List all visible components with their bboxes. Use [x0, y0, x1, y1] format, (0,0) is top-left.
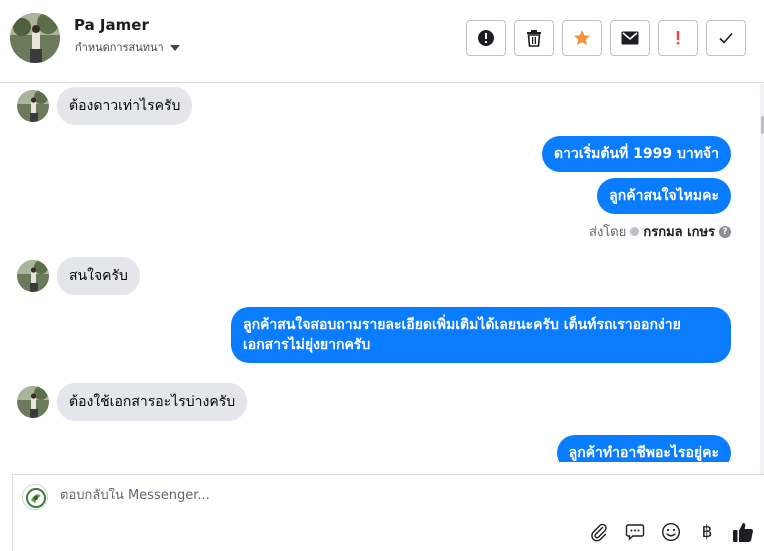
message-row-incoming: ต้องใช้เอกสารอะไรบ่างครับ — [17, 383, 248, 421]
message-bubble-incoming: ต้องดาวเท่าไรครับ — [57, 87, 193, 125]
message-thread: ต้องดาวเท่าไรครับ ดาวเริ่มต้นที่ 1999 บา… — [0, 84, 764, 462]
reply-input[interactable] — [60, 488, 660, 503]
thread-scrollbar[interactable] — [760, 84, 764, 474]
thumbs-up-icon — [733, 523, 753, 542]
delete-button[interactable] — [514, 20, 554, 56]
like-button[interactable] — [732, 521, 754, 543]
mark-unread-button[interactable] — [610, 20, 650, 56]
page-avatar — [22, 484, 48, 510]
contact-avatar[interactable] — [10, 13, 60, 63]
attach-button[interactable] — [588, 521, 610, 543]
trash-icon — [527, 30, 541, 47]
speech-bubble-icon — [625, 524, 645, 541]
message-bubble-outgoing: ดาวเริ่มต้นที่ 1999 บาทจ้า — [542, 136, 731, 172]
mark-done-button[interactable] — [706, 20, 746, 56]
message-row-incoming: สนใจครับ — [17, 257, 140, 295]
paperclip-icon — [591, 523, 607, 542]
message-composer: ฿ — [12, 474, 764, 551]
message-row-incoming: ต้องดาวเท่าไรครับ — [17, 87, 193, 125]
mark-spam-button[interactable] — [466, 20, 506, 56]
conversation-header: Pa Jamer กำหนดการสนทนา — [0, 0, 764, 83]
payment-button[interactable]: ฿ — [696, 521, 718, 543]
help-icon[interactable]: ? — [719, 225, 731, 238]
saved-replies-button[interactable] — [624, 521, 646, 543]
composer-tools: ฿ — [588, 521, 754, 543]
exclamation-icon — [676, 31, 680, 45]
envelope-icon — [621, 31, 639, 45]
sent-by-info: ส่งโดย กรกมล เกษร ? — [589, 221, 731, 242]
sent-by-label: ส่งโดย — [589, 225, 627, 240]
message-bubble-outgoing: ลูกค้าทำอาชีพอะไรอยู่คะ — [556, 435, 731, 462]
check-icon — [719, 32, 733, 44]
assign-conversation-dropdown[interactable]: กำหนดการสนทนา — [75, 38, 180, 56]
message-bubble-outgoing: ลูกค้าสนใจสอบถามรายละเอียดเพิ่มเติมได้เล… — [231, 307, 731, 363]
contact-name: Pa Jamer — [74, 16, 149, 34]
star-icon — [574, 30, 590, 46]
message-bubble-incoming: ต้องใช้เอกสารอะไรบ่างครับ — [57, 383, 248, 421]
emoji-button[interactable] — [660, 521, 682, 543]
message-bubble-incoming: สนใจครับ — [57, 257, 140, 295]
sender-avatar — [17, 260, 49, 292]
conversation-actions — [466, 20, 746, 56]
follow-up-button[interactable] — [658, 20, 698, 56]
assign-label: กำหนดการสนทนา — [75, 41, 164, 54]
sender-avatar — [17, 90, 49, 122]
star-button[interactable] — [562, 20, 602, 56]
message-bubble-outgoing: ลูกค้าสนใจไหมคะ — [597, 178, 731, 214]
alert-circle-icon — [478, 30, 494, 46]
sender-avatar — [17, 386, 49, 418]
agent-name: กรกมล เกษร — [643, 225, 715, 240]
smiley-icon — [661, 522, 681, 542]
baht-icon: ฿ — [701, 522, 713, 542]
caret-down-icon — [169, 44, 180, 51]
agent-status-icon — [630, 227, 640, 236]
